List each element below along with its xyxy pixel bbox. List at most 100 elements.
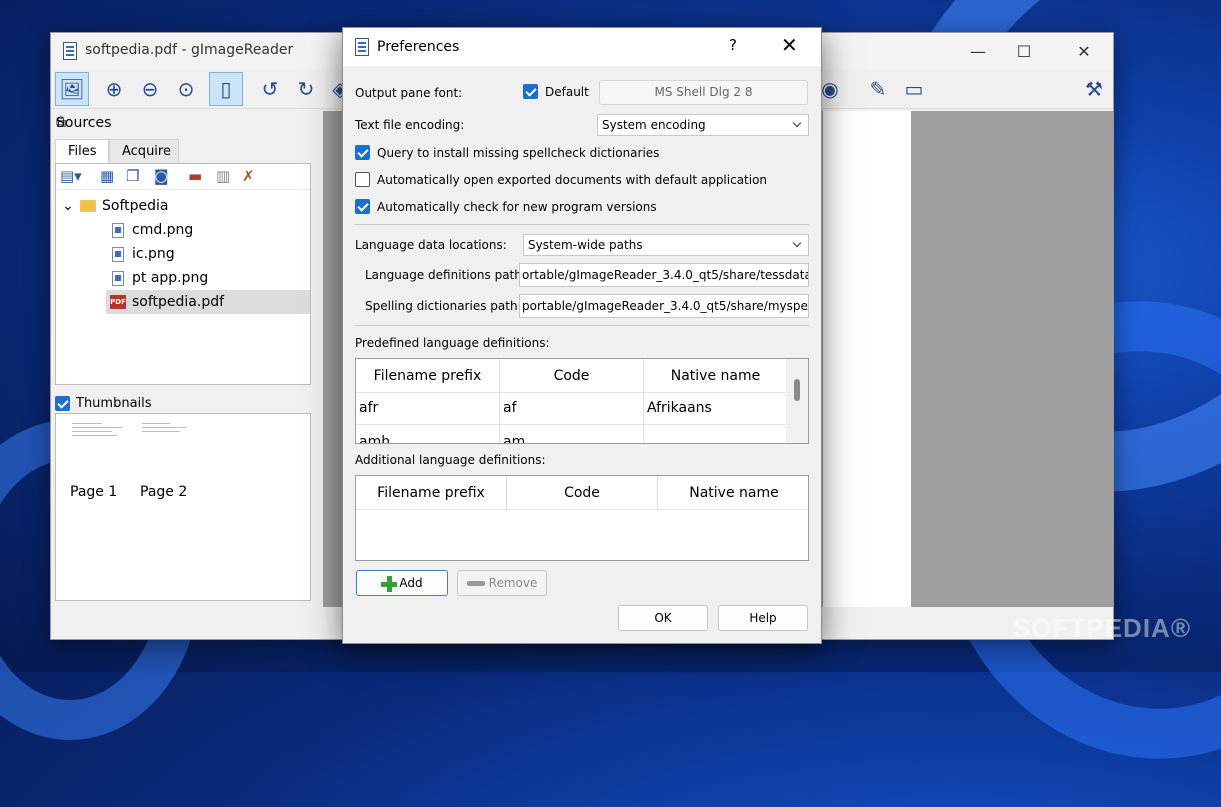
encoding-select[interactable]: System encoding [597,114,809,136]
column-header[interactable]: Code [500,359,644,393]
zoom-in-icon[interactable]: ⊕ [97,72,131,106]
document-page [823,111,911,607]
preferences-dialog: Preferences ? ✕ Output pane font: Defaul… [342,27,822,644]
image-file-icon [112,222,124,238]
page-fit-icon[interactable]: ▯ [209,72,243,106]
sources-header: Sources ⧉ [53,111,311,135]
minus-icon [466,581,485,586]
page-label: Page 2 [140,484,188,500]
window-title: softpedia.pdf - gImageReader [85,42,294,58]
chevron-down-icon[interactable]: ⌄ [62,194,80,218]
additional-label: Additional language definitions: [355,453,546,467]
tree-file[interactable]: pt app.png [56,266,310,290]
tab-acquire[interactable]: Acquire [109,139,179,163]
thumbnails-checkbox[interactable] [55,395,70,411]
default-font-checkbox-row[interactable]: Default [523,84,589,99]
watermark: SOFTPEDIA® [1013,613,1191,643]
auto-open-checkbox-row[interactable]: Automatically open exported documents wi… [355,172,767,187]
table-cell[interactable]: Afrikaans [644,391,788,425]
paste-icon[interactable]: ❐ [126,167,139,185]
delete-icon[interactable]: ▥ [216,167,230,185]
lang-def-path-label: Language definitions path: [365,268,526,282]
dialog-titlebar: Preferences ? ✕ [343,28,821,66]
dialog-close-button[interactable]: ✕ [781,33,798,57]
table-cell[interactable]: af [500,391,644,425]
table-scrollbar[interactable] [786,359,808,443]
close-button[interactable]: ✕ [1061,33,1107,69]
font-select-button[interactable]: MS Shell Dlg 2 8 [599,80,808,105]
zoom-original-icon[interactable]: ⊙ [169,72,203,106]
column-header[interactable]: Filename prefix [356,359,500,393]
default-font-checkbox[interactable] [523,84,538,99]
image-file-icon [112,270,124,286]
spell-path-field[interactable]: portable/gImageReader_3.4.0_qt5/share/my… [519,294,809,318]
table-cell[interactable]: amh [356,425,500,443]
ok-button[interactable]: OK [618,605,708,631]
page-thumbnail[interactable] [142,420,202,450]
thumbnails-label: Thumbnails [76,395,152,411]
tree-file[interactable]: ic.png [56,242,310,266]
files-panel: ▤▾ ▦ ❐ ◙ ▬ ▥ ✗ ⌄ Softpedia cmd.png ic.png… [55,163,311,385]
thumbnails-header[interactable]: Thumbnails [55,393,152,413]
language-data-select[interactable]: System-wide paths [523,234,809,256]
folder-icon [80,200,96,212]
predefined-label: Predefined language definitions: [355,336,550,350]
tree-folder[interactable]: ⌄ Softpedia [56,194,310,218]
remove-icon[interactable]: ▬ [188,167,202,185]
notes-icon[interactable]: ▭ [897,72,931,106]
check-updates-checkbox[interactable] [355,199,370,214]
table-cell[interactable] [644,425,788,443]
spell-path-label: Spelling dictionaries path: [365,299,522,313]
column-header[interactable]: Filename prefix [356,476,507,510]
page-thumbnail[interactable] [72,420,132,450]
settings-icon[interactable]: ⚒ [1077,72,1111,106]
spellcheck-checkbox[interactable] [355,145,370,160]
predefined-table[interactable]: Filename prefix Code Native name afr af … [355,358,809,444]
add-button[interactable]: Add [356,570,448,596]
check-updates-checkbox-row[interactable]: Automatically check for new program vers… [355,199,657,214]
add-image-icon[interactable]: 🖼 [55,72,89,106]
screenshot-icon[interactable]: ◙ [154,167,169,185]
help-button[interactable]: Help [718,605,808,631]
spellcheck-checkbox-row[interactable]: Query to install missing spellcheck dict… [355,145,659,160]
additional-table[interactable]: Filename prefix Code Native name [355,475,809,561]
help-icon[interactable]: ? [729,36,737,54]
app-icon [355,38,369,56]
language-data-label: Language data locations: [355,238,507,252]
minimize-button[interactable]: — [955,33,1001,69]
divider [355,224,809,225]
zoom-out-icon[interactable]: ⊖ [133,72,167,106]
open-folder-icon[interactable]: ▦ [100,167,114,185]
float-panel-icon[interactable]: ⧉ [56,115,307,131]
edit-icon[interactable]: ✎ [861,72,895,106]
page-label: Page 1 [70,484,118,500]
column-header[interactable]: Native name [644,359,788,393]
lang-def-path-field[interactable]: ortable/gImageReader_3.4.0_qt5/share/tes… [519,263,809,287]
tree-file-selected[interactable]: PDF softpedia.pdf [106,290,310,314]
rotate-right-icon[interactable]: ↻ [289,72,323,106]
tree-file[interactable]: cmd.png [56,218,310,242]
files-toolbar: ▤▾ ▦ ❐ ◙ ▬ ▥ ✗ [56,164,310,190]
image-file-icon [112,246,124,262]
encoding-label: Text file encoding: [355,118,465,132]
table-cell[interactable]: afr [356,391,500,425]
maximize-button[interactable]: ☐ [1001,33,1047,69]
column-header[interactable]: Native name [658,476,808,510]
tab-files[interactable]: Files [55,139,109,163]
table-cell[interactable]: am [500,425,644,443]
clear-icon[interactable]: ✗ [242,167,255,185]
file-tree: ⌄ Softpedia cmd.png ic.png pt app.png PDF… [56,194,310,314]
scrollbar-thumb[interactable] [794,379,800,401]
app-icon [63,42,77,60]
plus-icon [381,575,398,592]
dialog-title: Preferences [377,39,460,55]
divider [355,325,809,326]
pdf-file-icon: PDF [110,295,126,309]
thumbnails-panel: Page 1 Page 2 [55,413,311,601]
rotate-left-icon[interactable]: ↺ [253,72,287,106]
remove-button[interactable]: Remove [457,570,547,596]
add-file-icon[interactable]: ▤▾ [60,167,82,185]
column-header[interactable]: Code [507,476,658,510]
auto-open-checkbox[interactable] [355,172,370,187]
output-font-label: Output pane font: [355,86,463,100]
